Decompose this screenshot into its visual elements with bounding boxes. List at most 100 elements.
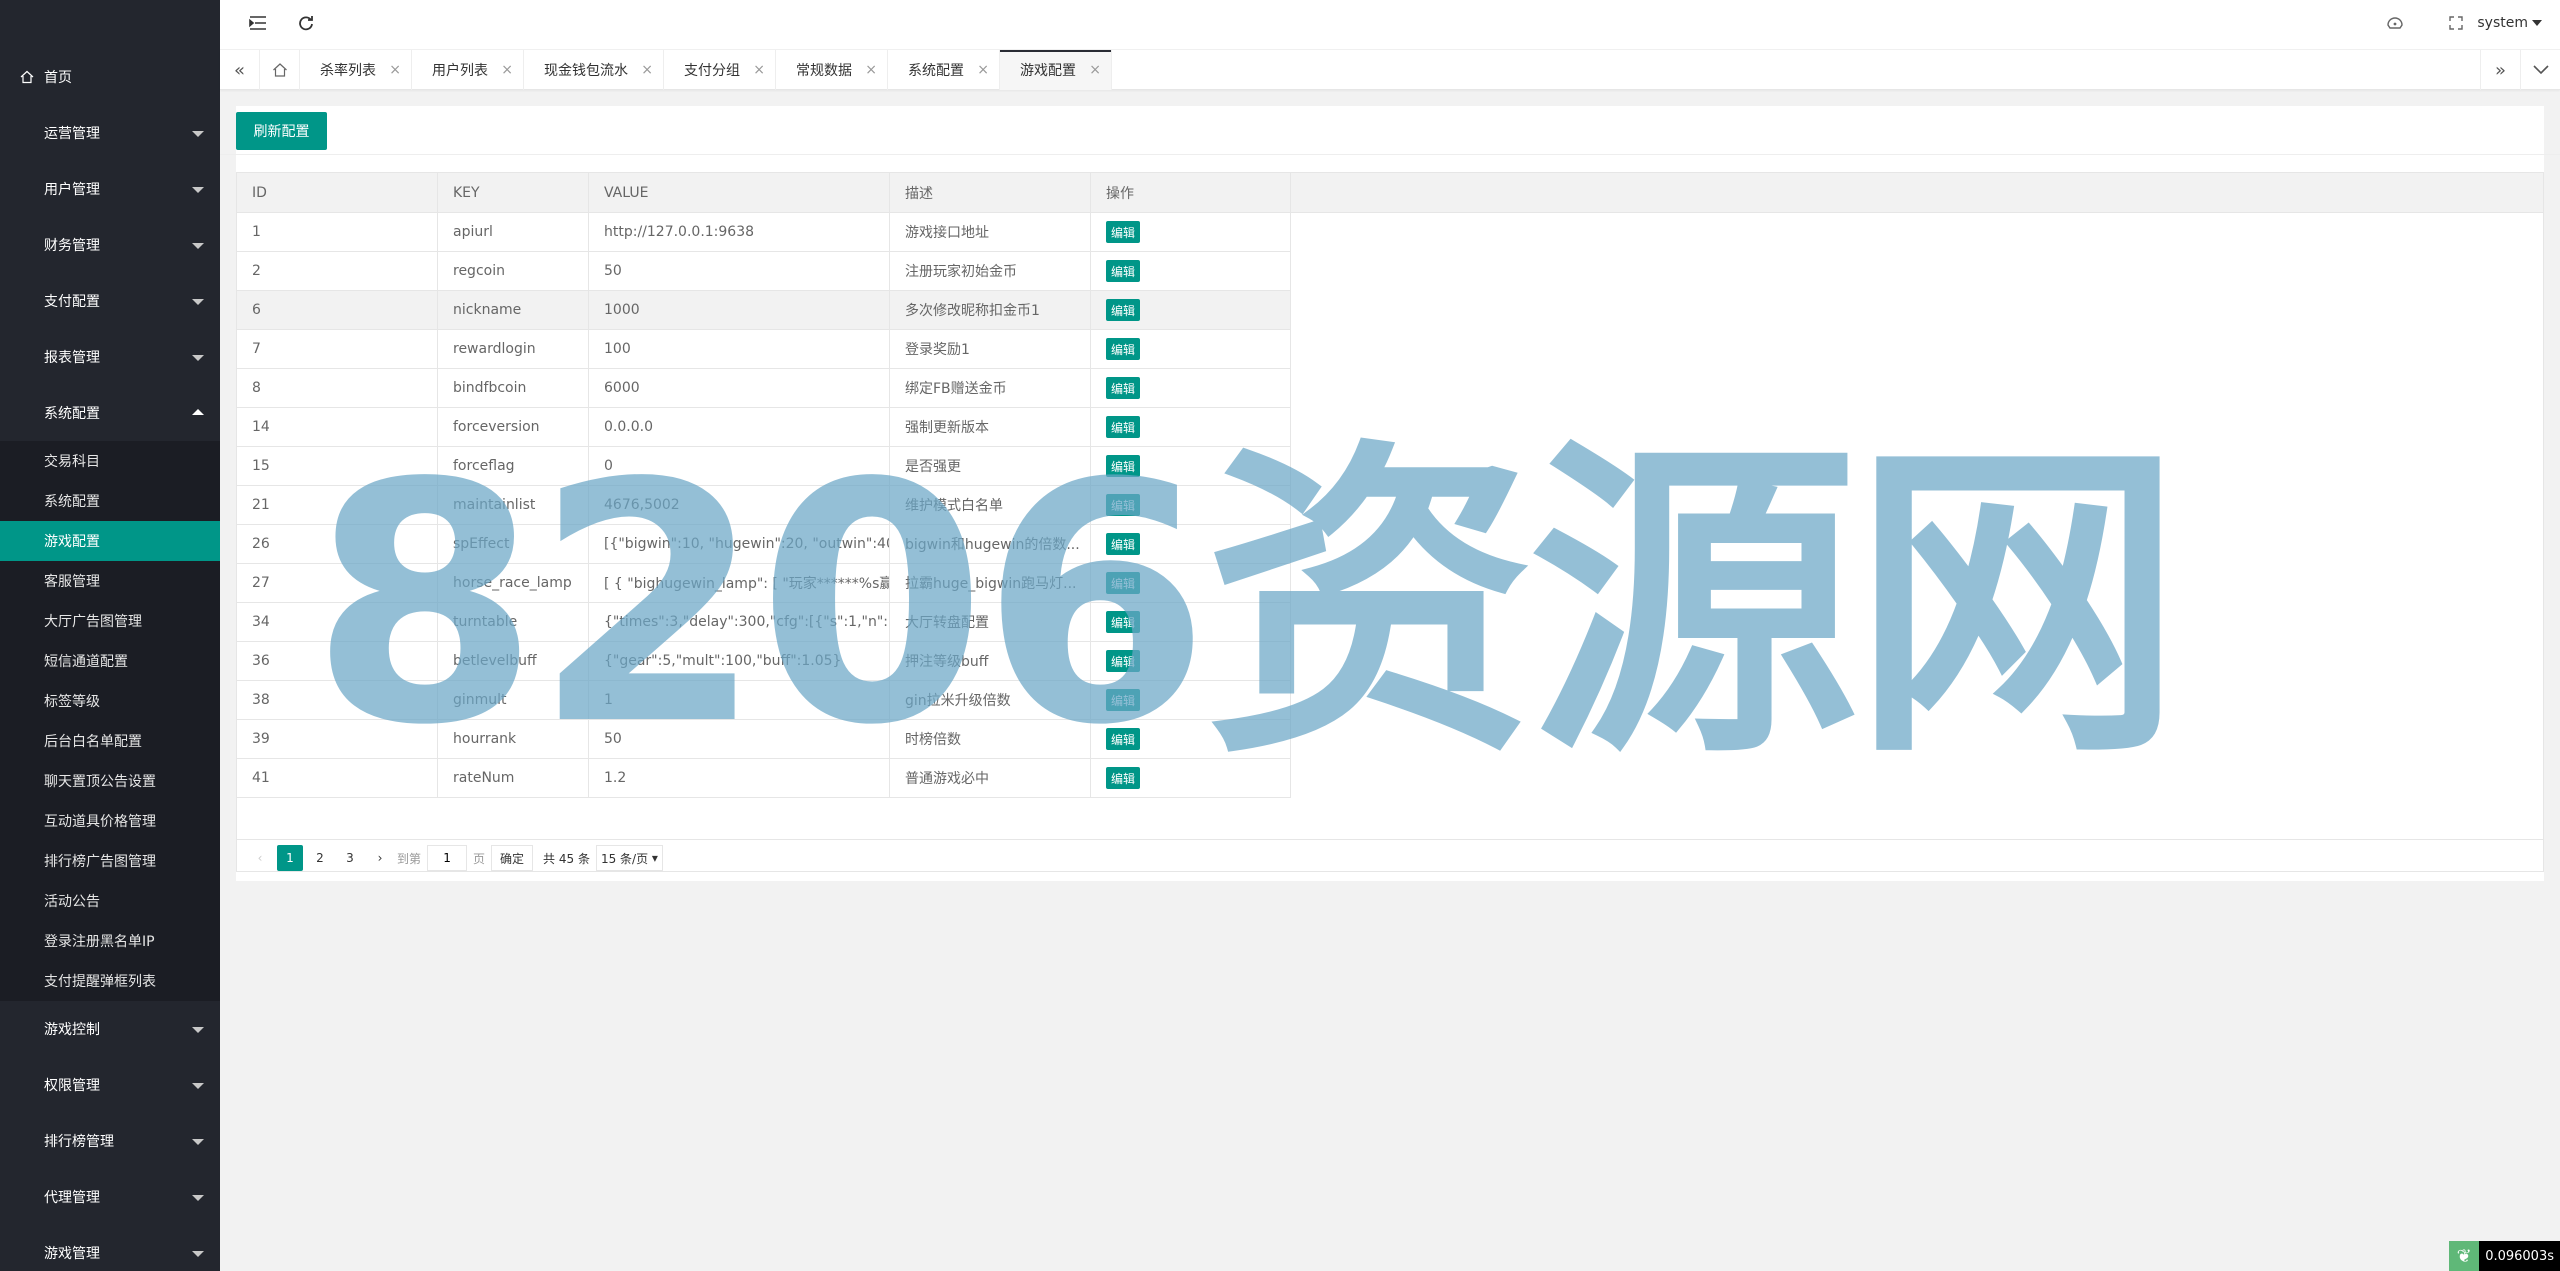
sidebar-group-top-4[interactable]: 报表管理 <box>0 329 220 385</box>
close-icon[interactable]: × <box>977 62 989 78</box>
sidebar-group-top-1[interactable]: 用户管理 <box>0 161 220 217</box>
cell-id: 1 <box>237 213 438 251</box>
sidebar-item-7[interactable]: 后台白名单配置 <box>0 721 220 761</box>
page-3[interactable]: 3 <box>337 845 363 871</box>
sidebar-item-2[interactable]: 游戏配置 <box>0 521 220 561</box>
sidebar-group-top-3[interactable]: 支付配置 <box>0 273 220 329</box>
sidebar-item-0[interactable]: 交易科目 <box>0 441 220 481</box>
cell-actions: 编辑 <box>1091 291 1291 329</box>
cell-desc: 登录奖励1 <box>890 330 1091 368</box>
edit-button[interactable]: 编辑 <box>1106 572 1141 594</box>
sidebar-item-5[interactable]: 短信通道配置 <box>0 641 220 681</box>
edit-button[interactable]: 编辑 <box>1106 494 1141 516</box>
sidebar-group-bottom-0[interactable]: 游戏控制 <box>0 1001 220 1057</box>
edit-button[interactable]: 编辑 <box>1106 650 1141 672</box>
edit-button[interactable]: 编辑 <box>1106 728 1141 750</box>
sidebar-item-11[interactable]: 活动公告 <box>0 881 220 921</box>
sidebar-item-1[interactable]: 系统配置 <box>0 481 220 521</box>
tab-4[interactable]: 常规数据 × <box>776 50 888 90</box>
pagination: ‹ 1 2 3 › 到第 页 确定 共 45 条 15 条/页 ▾ <box>247 843 663 873</box>
sidebar-item-8[interactable]: 聊天置顶公告设置 <box>0 761 220 801</box>
tab-3[interactable]: 支付分组 × <box>664 50 776 90</box>
tab-6[interactable]: 游戏配置 × <box>1000 50 1112 90</box>
cell-value: {"times":3,"delay":300,"cfg":[{"s":1,"n"… <box>589 603 890 641</box>
edit-button[interactable]: 编辑 <box>1106 767 1141 789</box>
sidebar-item-3[interactable]: 客服管理 <box>0 561 220 601</box>
sidebar-item-13[interactable]: 支付提醒弹框列表 <box>0 961 220 1001</box>
cell-key: spEffect <box>438 525 589 563</box>
edit-button[interactable]: 编辑 <box>1106 689 1141 711</box>
close-icon[interactable]: × <box>865 62 877 78</box>
goto-confirm-button[interactable]: 确定 <box>491 845 534 871</box>
tab-2[interactable]: 现金钱包流水 × <box>524 50 664 90</box>
next-page-icon[interactable]: › <box>367 845 393 871</box>
cell-desc: 多次修改昵称扣金币1 <box>890 291 1091 329</box>
page-2[interactable]: 2 <box>307 845 333 871</box>
edit-button[interactable]: 编辑 <box>1106 221 1141 243</box>
tab-label: 系统配置 <box>908 63 964 79</box>
sidebar-item-12[interactable]: 登录注册黑名单IP <box>0 921 220 961</box>
refresh-config-button[interactable]: 刷新配置 <box>236 112 327 150</box>
edit-button[interactable]: 编辑 <box>1106 455 1141 477</box>
user-menu[interactable]: system <box>2477 15 2542 31</box>
tab-home[interactable] <box>260 50 300 90</box>
sidebar-item-9[interactable]: 互动道具价格管理 <box>0 801 220 841</box>
cell-id: 6 <box>237 291 438 329</box>
edit-button[interactable]: 编辑 <box>1106 611 1141 633</box>
table-row: 38 ginmult 1 gin拉米升级倍数 编辑 <box>237 681 1291 720</box>
sidebar-group-top-2[interactable]: 财务管理 <box>0 217 220 273</box>
tab-0[interactable]: 杀率列表 × <box>300 50 412 90</box>
sidebar-group-bottom-2[interactable]: 排行榜管理 <box>0 1113 220 1169</box>
sidebar-item-home[interactable]: 首页 <box>0 49 220 105</box>
tab-5[interactable]: 系统配置 × <box>888 50 1000 90</box>
page-1[interactable]: 1 <box>277 845 303 871</box>
sidebar-item-4[interactable]: 大厅广告图管理 <box>0 601 220 641</box>
table-row: 21 maintainlist 4676,5002 维护模式白名单 编辑 <box>237 486 1291 525</box>
cell-id: 8 <box>237 369 438 407</box>
sidebar-group-label: 排行榜管理 <box>44 1134 114 1150</box>
goto-page-input[interactable] <box>427 845 468 871</box>
cell-value: 1000 <box>589 291 890 329</box>
edit-button[interactable]: 编辑 <box>1106 338 1141 360</box>
edit-button[interactable]: 编辑 <box>1106 377 1141 399</box>
close-icon[interactable]: × <box>1089 62 1101 78</box>
edit-button[interactable]: 编辑 <box>1106 299 1141 321</box>
close-icon[interactable]: × <box>501 62 513 78</box>
tabs-bar: « 杀率列表 × 用户列表 × 现金钱包流水 × 支付分组 × 常规数据 × 系统配置 × 游戏配置 × … <box>220 50 2560 90</box>
close-icon[interactable]: × <box>389 62 401 78</box>
tabs-scroll-left-icon[interactable]: « <box>220 50 260 90</box>
sidebar-group-bottom-3[interactable]: 代理管理 <box>0 1169 220 1225</box>
col-header-key: KEY <box>438 173 589 212</box>
sidebar-group-top-0[interactable]: 运营管理 <box>0 105 220 161</box>
page-size-select[interactable]: 15 条/页 ▾ <box>595 845 663 871</box>
table-row: 41 rateNum 1.2 普通游戏必中 编辑 <box>237 759 1291 798</box>
close-icon[interactable]: × <box>753 62 765 78</box>
tab-1[interactable]: 用户列表 × <box>412 50 524 90</box>
tabs-menu-chevron-down-icon[interactable] <box>2520 50 2560 90</box>
close-icon[interactable]: × <box>641 62 653 78</box>
cell-desc: gin拉米升级倍数 <box>890 681 1091 719</box>
sidebar-group-system-config[interactable]: 系统配置 <box>0 385 220 441</box>
caret-down-icon <box>192 1083 204 1089</box>
prev-page-icon[interactable]: ‹ <box>247 845 273 871</box>
edit-button[interactable]: 编辑 <box>1106 533 1141 555</box>
sidebar-item-6[interactable]: 标签等级 <box>0 681 220 721</box>
cell-value: 1.2 <box>589 759 890 797</box>
sidebar-group-bottom-1[interactable]: 权限管理 <box>0 1057 220 1113</box>
menu-collapse-icon[interactable] <box>248 15 268 35</box>
fullscreen-icon[interactable] <box>2448 15 2464 35</box>
table-row: 2 regcoin 50 注册玩家初始金币 编辑 <box>237 252 1291 291</box>
table-row: 34 turntable {"times":3,"delay":300,"cfg":… <box>237 603 1291 642</box>
cell-actions: 编辑 <box>1091 681 1291 719</box>
theme-icon[interactable] <box>2386 15 2404 35</box>
edit-button[interactable]: 编辑 <box>1106 260 1141 282</box>
edit-button[interactable]: 编辑 <box>1106 416 1141 438</box>
sidebar-item-10[interactable]: 排行榜广告图管理 <box>0 841 220 881</box>
user-name: system <box>2477 15 2528 31</box>
sidebar-group-bottom-4[interactable]: 游戏管理 <box>0 1225 220 1271</box>
caret-down-icon <box>192 355 204 361</box>
cell-desc: 游戏接口地址 <box>890 213 1091 251</box>
page-unit-label: 页 <box>473 851 486 866</box>
refresh-icon[interactable] <box>296 15 316 35</box>
tabs-scroll-right-icon[interactable]: » <box>2480 50 2520 90</box>
